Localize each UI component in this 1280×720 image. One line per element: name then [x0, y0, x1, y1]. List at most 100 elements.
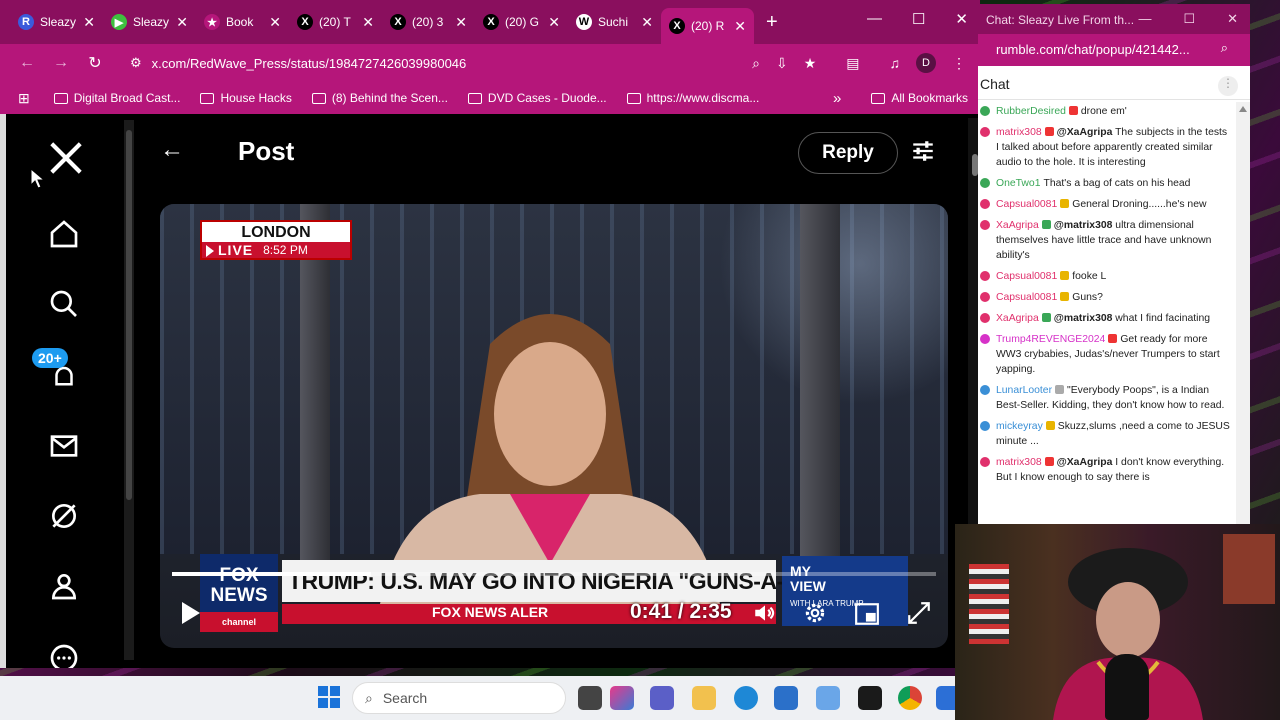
- browser-tab[interactable]: ★ Book ✕: [196, 6, 289, 38]
- chat-options-icon[interactable]: ⋮: [1218, 76, 1238, 96]
- browser-tab[interactable]: W Suchi ✕: [568, 6, 661, 38]
- tab-close-icon[interactable]: ✕: [455, 14, 467, 31]
- settings-sliders-icon[interactable]: [910, 138, 936, 169]
- close-icon[interactable]: ✕: [955, 10, 968, 28]
- tab-close-icon[interactable]: ✕: [176, 14, 188, 31]
- messages-icon[interactable]: [46, 428, 82, 464]
- tab-close-icon[interactable]: ✕: [548, 14, 560, 31]
- fullscreen-icon[interactable]: [906, 600, 932, 631]
- chat-username[interactable]: OneTwo1: [996, 178, 1040, 189]
- reading-mode-icon[interactable]: ▤: [846, 55, 859, 72]
- reload-icon[interactable]: ↻: [78, 53, 112, 73]
- grok-icon[interactable]: [46, 498, 82, 534]
- tab-favicon-icon: R: [18, 14, 34, 30]
- browser-tab[interactable]: R Sleazy ✕: [10, 6, 103, 38]
- picture-in-picture-icon[interactable]: [854, 602, 880, 631]
- zoom-icon[interactable]: ⌕: [752, 55, 760, 72]
- tab-close-icon[interactable]: ✕: [83, 14, 95, 31]
- chat-username[interactable]: mickeyray: [996, 421, 1043, 432]
- chat-header-title: Chat: [980, 76, 1010, 92]
- zoom-icon[interactable]: ⌕: [1221, 40, 1228, 56]
- bookmark-item[interactable]: https://www.discma...: [626, 91, 759, 105]
- chat-username[interactable]: RubberDesired: [996, 106, 1066, 117]
- tab-close-icon[interactable]: ✕: [362, 14, 374, 31]
- obs-icon[interactable]: [858, 686, 882, 710]
- browser-tab[interactable]: X (20) R ✕: [661, 8, 754, 44]
- more-bookmarks-icon[interactable]: »: [833, 90, 841, 107]
- minimize-icon[interactable]: —: [867, 10, 882, 28]
- task-view-icon[interactable]: [578, 686, 602, 710]
- chat-scrollbar[interactable]: [1236, 102, 1250, 524]
- new-tab-icon[interactable]: +: [766, 11, 778, 34]
- close-icon[interactable]: ✕: [1227, 11, 1238, 27]
- more-icon[interactable]: [46, 640, 82, 668]
- bookmark-item[interactable]: House Hacks: [200, 91, 292, 105]
- chat-mention[interactable]: @XaAgripa: [1057, 457, 1113, 468]
- show-top: MY: [790, 563, 811, 579]
- chat-mention[interactable]: @XaAgripa: [1057, 127, 1113, 138]
- forward-icon[interactable]: →: [44, 54, 78, 72]
- scroll-up-icon[interactable]: [1239, 106, 1247, 112]
- nav-scrollbar[interactable]: [124, 120, 134, 660]
- taskbar-search[interactable]: ⌕ Search: [352, 682, 566, 714]
- live-play-icon: [206, 245, 214, 257]
- app-icon[interactable]: [816, 686, 840, 710]
- profile-avatar[interactable]: D: [916, 53, 936, 73]
- chat-mention[interactable]: @matrix308: [1054, 220, 1113, 231]
- browser-tab[interactable]: ▶ Sleazy ✕: [103, 6, 196, 38]
- browser-tab[interactable]: X (20) G ✕: [475, 6, 568, 38]
- tab-close-icon[interactable]: ✕: [269, 14, 281, 31]
- edge-icon[interactable]: [734, 686, 758, 710]
- chat-username[interactable]: XaAgripa: [996, 220, 1039, 231]
- nav-scrollbar-thumb[interactable]: [126, 130, 132, 500]
- address-bar[interactable]: ⚙ x.com/RedWave_Press/status/19847274260…: [120, 48, 752, 78]
- chat-mention[interactable]: @matrix308: [1054, 313, 1113, 324]
- teams-icon[interactable]: [650, 686, 674, 710]
- x-logo-icon[interactable]: [46, 136, 86, 180]
- back-arrow-icon[interactable]: ←: [160, 136, 184, 164]
- chat-username[interactable]: Capsual0081: [996, 271, 1057, 282]
- store-icon[interactable]: [774, 686, 798, 710]
- maximize-icon[interactable]: ☐: [1183, 11, 1195, 27]
- apps-icon[interactable]: ⊞: [18, 90, 30, 107]
- chat-address-bar[interactable]: rumble.com/chat/popup/421442... ⌕: [978, 34, 1250, 66]
- profile-icon[interactable]: [46, 568, 82, 604]
- video-settings-icon[interactable]: [802, 600, 828, 631]
- chat-username[interactable]: Capsual0081: [996, 292, 1057, 303]
- video-player[interactable]: LONDON LIVE 8:52 PM FOX NEWS channel TRU…: [160, 204, 948, 648]
- volume-icon[interactable]: [752, 600, 778, 631]
- chat-username[interactable]: matrix308: [996, 127, 1042, 138]
- chat-username[interactable]: LunarLooter: [996, 385, 1052, 396]
- browser-tab[interactable]: X (20) 3 ✕: [382, 6, 475, 38]
- all-bookmarks-folder[interactable]: All Bookmarks: [871, 91, 968, 105]
- bookmark-item[interactable]: DVD Cases - Duode...: [467, 91, 607, 105]
- reply-button[interactable]: Reply: [798, 132, 898, 174]
- menu-icon[interactable]: ⋮: [952, 55, 966, 72]
- home-icon[interactable]: [46, 216, 82, 252]
- browser-tab[interactable]: X (20) T ✕: [289, 6, 382, 38]
- back-icon[interactable]: ←: [10, 54, 44, 72]
- search-icon[interactable]: [46, 286, 82, 322]
- video-progress-bar[interactable]: [172, 572, 936, 576]
- chat-username[interactable]: XaAgripa: [996, 313, 1039, 324]
- bookmark-star-icon[interactable]: ★: [804, 55, 817, 72]
- chat-text: General Droning......he's new: [1072, 199, 1207, 210]
- chrome-icon[interactable]: [898, 686, 922, 710]
- tab-close-icon[interactable]: ✕: [734, 18, 746, 35]
- copilot-icon[interactable]: [610, 686, 634, 710]
- install-icon[interactable]: ⇩: [776, 55, 788, 72]
- chat-username[interactable]: Trump4REVENGE2024: [996, 334, 1105, 345]
- start-icon[interactable]: [318, 686, 340, 708]
- chat-username[interactable]: Capsual0081: [996, 199, 1057, 210]
- maximize-icon[interactable]: ☐: [912, 10, 925, 28]
- live-time: 8:52 PM: [263, 243, 308, 257]
- media-control-icon[interactable]: ♫: [890, 55, 901, 71]
- file-explorer-icon[interactable]: [692, 686, 716, 710]
- play-icon[interactable]: [182, 602, 200, 624]
- bookmark-item[interactable]: Digital Broad Cast...: [53, 91, 180, 105]
- chat-username[interactable]: matrix308: [996, 457, 1042, 468]
- minimize-icon[interactable]: —: [1138, 11, 1151, 27]
- bookmark-item[interactable]: (8) Behind the Scen...: [311, 91, 448, 105]
- site-info-icon[interactable]: ⚙: [130, 55, 142, 71]
- tab-close-icon[interactable]: ✕: [641, 14, 653, 31]
